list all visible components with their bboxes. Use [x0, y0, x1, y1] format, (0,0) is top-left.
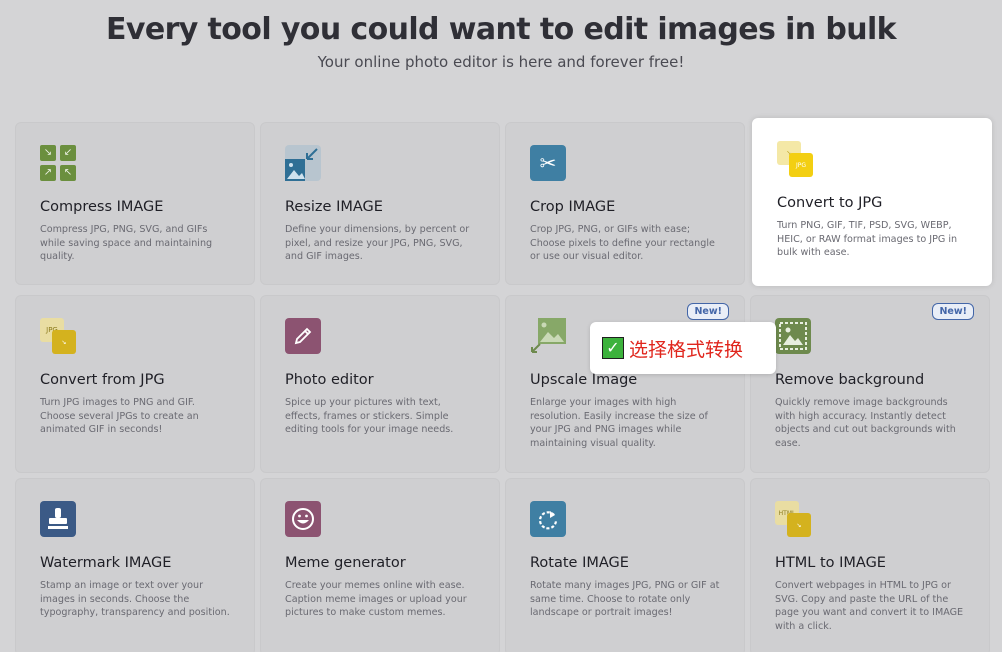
tool-card-convert-from-jpg[interactable]: JPG ↘ Convert from JPG Turn JPG images t…: [15, 295, 255, 473]
smiley-icon: [285, 501, 321, 537]
checkmark-icon: ✓: [602, 337, 624, 359]
tool-card-resize[interactable]: Resize IMAGE Define your dimensions, by …: [260, 122, 500, 285]
convert-to-jpg-icon: ↘ JPG: [777, 141, 813, 177]
page-subtitle: Your online photo editor is here and for…: [317, 53, 685, 71]
tool-description: Convert webpages in HTML to JPG or SVG. …: [775, 580, 964, 632]
tool-card-compress[interactable]: ↘ ↙ ↗ ↖ Compress IMAGE Compress JPG, PNG…: [15, 122, 255, 285]
tool-description: Turn PNG, GIF, TIF, PSD, SVG, WEBP, HEIC…: [777, 220, 958, 258]
tool-title: Convert to JPG: [777, 195, 883, 211]
remove-background-icon: [775, 318, 811, 354]
scissors-icon: ✂: [530, 145, 566, 181]
tool-description: Turn JPG images to PNG and GIF. Choose s…: [40, 397, 199, 435]
tool-card-rotate[interactable]: Rotate IMAGE Rotate many images JPG, PNG…: [505, 478, 745, 652]
tool-title: Convert from JPG: [40, 372, 165, 388]
html-to-image-icon: HTML ↘: [775, 501, 811, 537]
tool-card-remove-background[interactable]: New! Remove background Quickly remove im…: [750, 295, 990, 473]
tool-card-crop[interactable]: ✂ Crop IMAGE Crop JPG, PNG, or GIFs with…: [505, 122, 745, 285]
stamp-icon: [40, 501, 76, 537]
convert-from-jpg-icon: JPG ↘: [40, 318, 76, 354]
tool-title: Meme generator: [285, 555, 406, 571]
annotation-text: 选择格式转换: [629, 338, 744, 361]
tool-card-photo-editor[interactable]: Photo editor Spice up your pictures with…: [260, 295, 500, 473]
tool-description: Create your memes online with ease. Capt…: [285, 580, 467, 618]
tool-card-watermark[interactable]: Watermark IMAGE Stamp an image or text o…: [15, 478, 255, 652]
upscale-icon: [530, 318, 566, 354]
tool-description: Enlarge your images with high resolution…: [530, 397, 708, 449]
tool-description: Rotate many images JPG, PNG or GIF at sa…: [530, 580, 720, 618]
rotate-icon: [530, 501, 566, 537]
tool-description: Compress JPG, PNG, SVG, and GIFs while s…: [40, 224, 213, 262]
tool-title: Remove background: [775, 372, 925, 388]
new-badge: New!: [932, 303, 974, 320]
tool-description: Define your dimensions, by percent or pi…: [285, 224, 470, 262]
pencil-icon: [285, 318, 321, 354]
tool-title: Watermark IMAGE: [40, 555, 172, 571]
tool-title: Resize IMAGE: [285, 199, 383, 215]
tool-description: Spice up your pictures with text, effect…: [285, 397, 454, 435]
tool-card-convert-to-jpg[interactable]: ↘ JPG Convert to JPG Turn PNG, GIF, TIF,…: [752, 118, 992, 286]
tools-grid: ↘ ↙ ↗ ↖ Compress IMAGE Compress JPG, PNG…: [15, 118, 992, 652]
tool-description: Stamp an image or text over your images …: [40, 580, 230, 618]
tool-title: Upscale Image: [530, 372, 638, 388]
resize-icon: [285, 145, 321, 181]
new-badge: New!: [687, 303, 729, 320]
tool-title: Compress IMAGE: [40, 199, 164, 215]
tool-title: Rotate IMAGE: [530, 555, 629, 571]
page-title: Every tool you could want to edit images…: [105, 12, 897, 47]
tool-card-html-to-image[interactable]: HTML ↘ HTML to IMAGE Convert webpages in…: [750, 478, 990, 652]
compress-icon: ↘ ↙ ↗ ↖: [40, 145, 76, 181]
annotation-tooltip: ✓ 选择格式转换: [590, 322, 776, 374]
tool-title: Photo editor: [285, 372, 374, 388]
tool-description: Quickly remove image backgrounds with hi…: [775, 397, 956, 449]
tool-title: Crop IMAGE: [530, 199, 616, 215]
tool-title: HTML to IMAGE: [775, 555, 886, 571]
tool-card-meme-generator[interactable]: Meme generator Create your memes online …: [260, 478, 500, 652]
hero: Every tool you could want to edit images…: [0, 0, 1002, 71]
tool-description: Crop JPG, PNG, or GIFs with ease; Choose…: [530, 224, 715, 262]
